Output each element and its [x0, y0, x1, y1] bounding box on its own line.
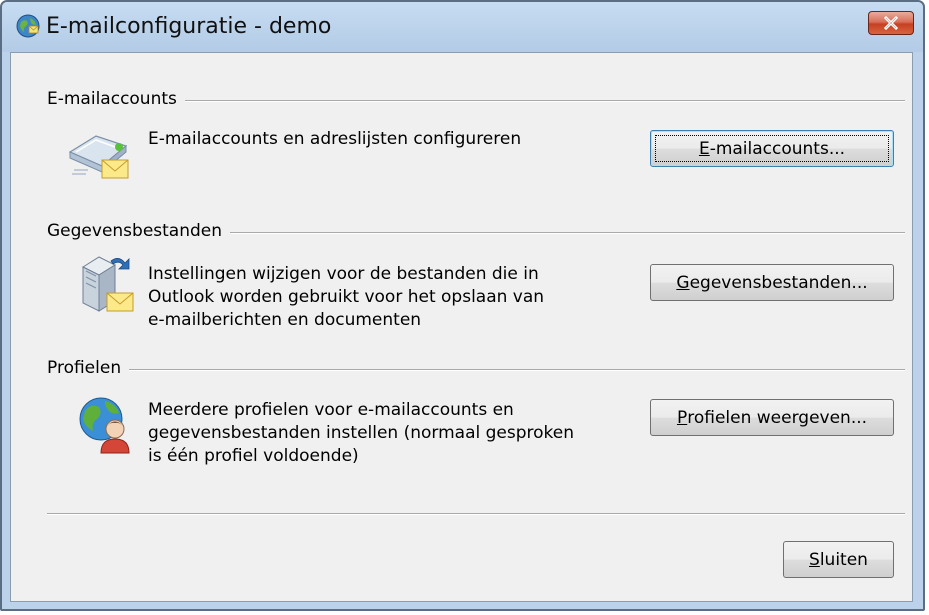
data-files-button-mnemonic: G [676, 272, 690, 293]
group-title-data-files: Gegevensbestanden [47, 221, 231, 241]
data-files-description-line-3: e-mailberichten en documenten [148, 310, 422, 330]
group-title-email-accounts: E-mailaccounts [47, 89, 185, 109]
focus-ring [655, 135, 889, 162]
email-accounts-description: E-mailaccounts en adreslijsten configure… [148, 129, 522, 149]
close-icon [883, 16, 899, 30]
close-dialog-button-label: luiten [819, 549, 868, 570]
data-files-description-line-1: Instellingen wijzigen voor de bestanden … [148, 264, 539, 284]
footer-separator [47, 513, 905, 515]
close-dialog-button-mnemonic: S [809, 549, 820, 570]
profiles-description-line-3: is één profiel voldoende) [148, 446, 359, 466]
data-files-description-line-2: Outlook worden gebruikt voor het opslaan… [148, 287, 545, 307]
data-files-button[interactable]: Gegevensbestanden... [650, 264, 894, 301]
close-dialog-button[interactable]: Sluiten [783, 541, 894, 578]
profiles-button-label: rofielen weergeven... [687, 407, 868, 428]
close-button[interactable] [868, 11, 914, 35]
group-divider [47, 369, 905, 371]
email-accounts-button[interactable]: E -mailaccounts... [650, 130, 894, 167]
dialog-window: E-mailconfiguratie - demo E-mailaccounts [0, 0, 925, 611]
profiles-description-line-2: gegevensbestanden instellen (normaal ges… [148, 423, 575, 443]
profiles-button-mnemonic: P [676, 407, 688, 428]
dialog-client-area: E-mailaccounts E-mailaccounts en adresli… [10, 52, 913, 602]
data-files-button-label: egevensbestanden... [689, 272, 868, 293]
profiles-icon [79, 397, 130, 454]
profiles-description-line-1: Meerdere profielen voor e-mailaccounts e… [148, 400, 514, 420]
mail-setup-globe-icon [16, 14, 40, 38]
profiles-button[interactable]: Profielen weergeven... [650, 399, 894, 436]
data-files-icon [81, 256, 134, 312]
window-title: E-mailconfiguratie - demo [46, 14, 332, 39]
email-accounts-icon [68, 135, 129, 179]
group-title-profiles: Profielen [47, 358, 130, 378]
title-bar[interactable]: E-mailconfiguratie - demo [2, 2, 923, 52]
